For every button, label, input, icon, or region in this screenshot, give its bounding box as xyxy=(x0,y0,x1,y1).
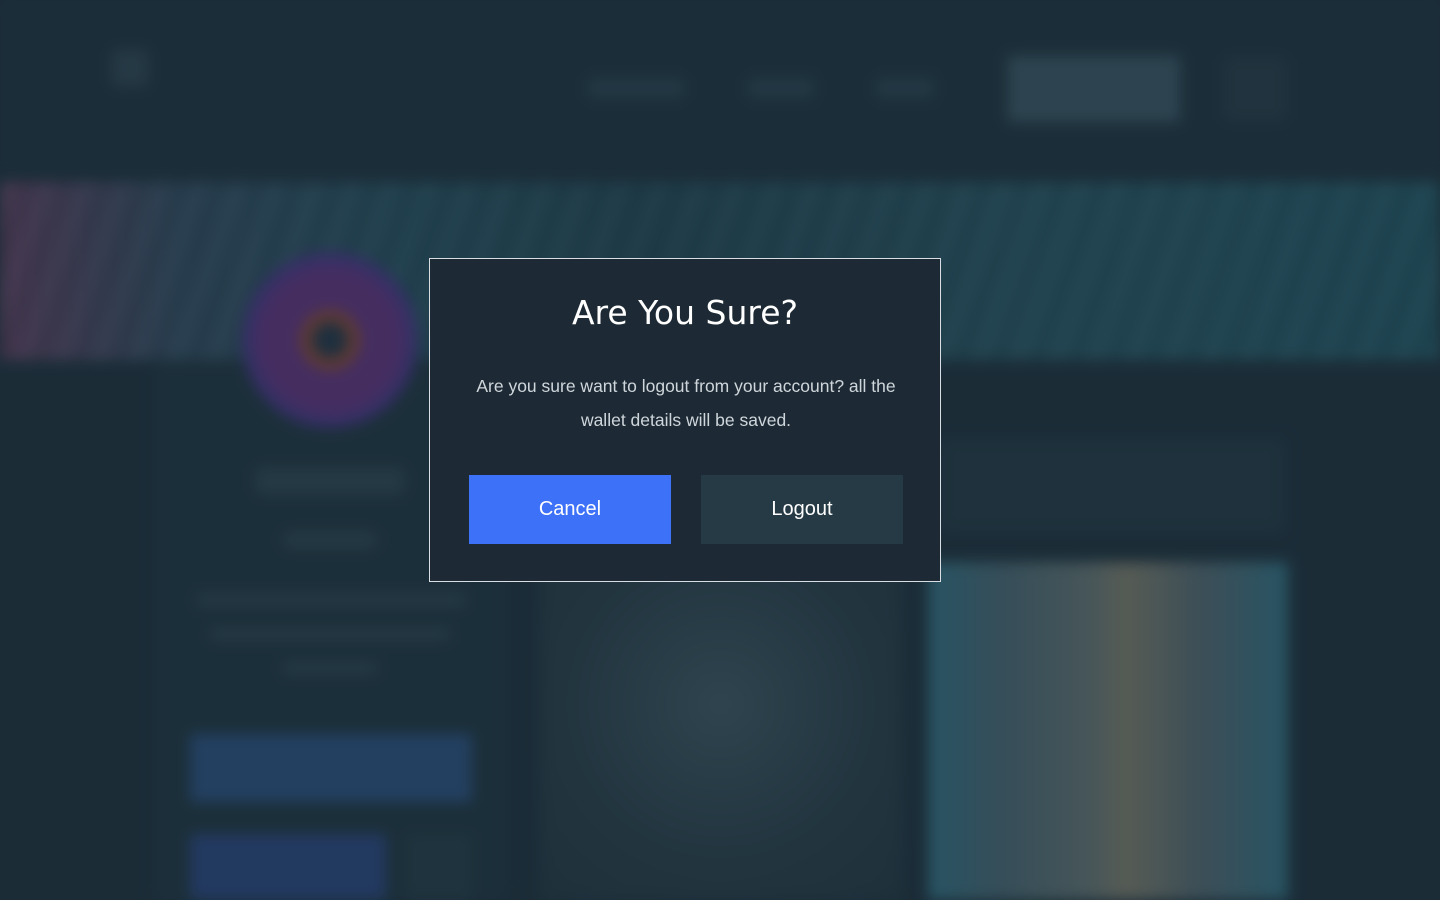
logout-confirm-dialog: Are You Sure? Are you sure want to logou… xyxy=(429,258,941,582)
dialog-message: Are you sure want to logout from your ac… xyxy=(476,376,896,430)
logout-button[interactable]: Logout xyxy=(701,475,903,544)
page: Are You Sure? Are you sure want to logou… xyxy=(0,0,1440,900)
dialog-title: Are You Sure? xyxy=(571,293,799,332)
cancel-button[interactable]: Cancel xyxy=(469,475,671,544)
